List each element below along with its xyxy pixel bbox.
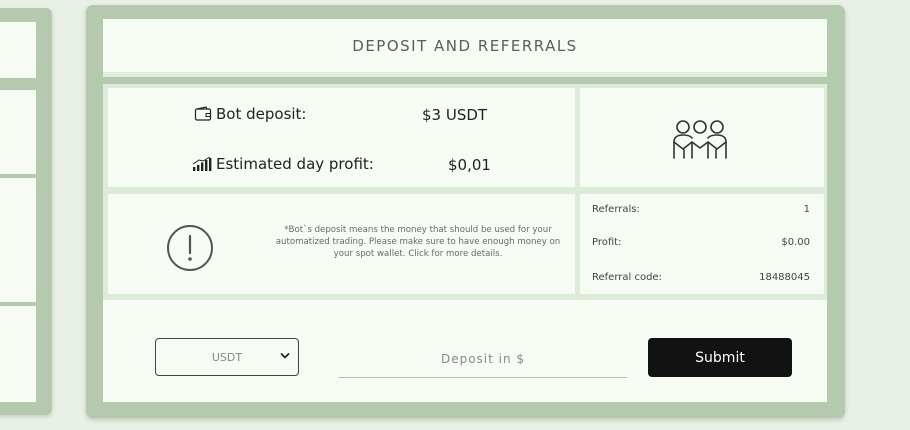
referral-code-label: Referral code: [592, 272, 662, 283]
card-title: DEPOSIT AND REFERRALS [352, 36, 578, 55]
side-panel [0, 8, 52, 415]
deposit-info: Bot deposit: $3 USDT Estimated day profi… [108, 88, 575, 187]
currency-select[interactable]: USDT [155, 338, 299, 376]
bot-deposit-label: Bot deposit: [216, 105, 307, 123]
referral-code-row: Referral code: 18488045 [592, 272, 810, 283]
currency-selected-value: USDT [211, 350, 243, 364]
side-panel-cell [0, 90, 36, 174]
est-profit-label: Estimated day profit: [216, 155, 374, 173]
side-panel-cell [0, 22, 36, 78]
referrals-row: Referrals: 1 [592, 204, 810, 215]
chevron-down-icon [280, 351, 290, 364]
profit-row: Profit: $0.00 [592, 237, 810, 248]
card-header: DEPOSIT AND REFERRALS [103, 19, 827, 77]
submit-button[interactable]: Submit [648, 338, 792, 377]
bar-chart-icon [192, 156, 212, 172]
alert-circle-icon [166, 224, 214, 276]
referral-code-value[interactable]: 18488045 [759, 272, 810, 283]
side-panel-cell [0, 306, 36, 402]
notice-text[interactable]: *Bot`s deposit means the money that shou… [268, 224, 568, 260]
card-body: Bot deposit: $3 USDT Estimated day profi… [103, 84, 827, 402]
referrals-value: 1 [803, 204, 810, 215]
profit-label: Profit: [592, 237, 622, 248]
bot-deposit-value: $3 USDT [422, 106, 488, 124]
side-panel-cell [0, 178, 36, 302]
wallet-icon [194, 106, 212, 122]
est-profit-row: Estimated day profit: [192, 155, 374, 173]
people-icon [670, 118, 730, 164]
deposit-amount-input[interactable] [339, 340, 627, 378]
est-profit-value: $0,01 [448, 156, 491, 174]
referrals-icon-cell [580, 88, 824, 187]
deposit-notice[interactable]: *Bot`s deposit means the money that shou… [108, 194, 575, 294]
referrals-label: Referrals: [592, 204, 640, 215]
deposit-form: USDT Submit [103, 300, 827, 402]
bot-deposit-row: Bot deposit: [194, 105, 306, 123]
profit-value: $0.00 [781, 237, 810, 248]
referrals-info: Referrals: 1 Profit: $0.00 Referral code… [580, 194, 824, 294]
deposit-referrals-card: DEPOSIT AND REFERRALS Bot deposit: $3 US… [86, 5, 845, 418]
